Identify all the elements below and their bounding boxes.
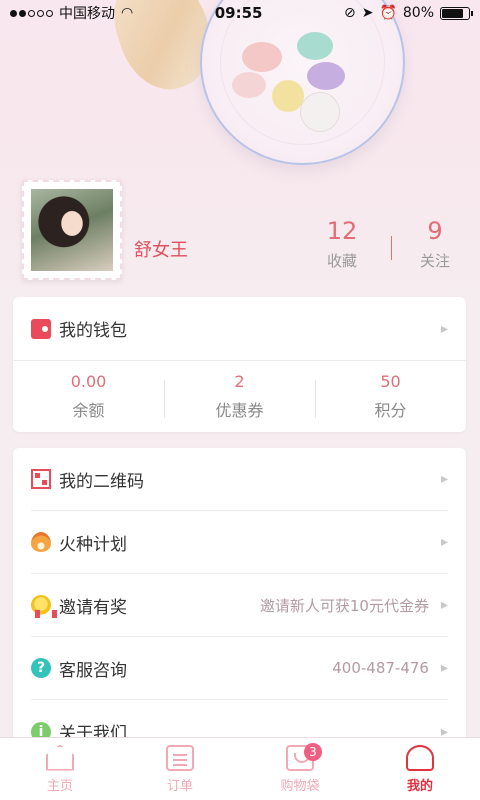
avatar[interactable] bbox=[22, 180, 122, 280]
service-phone: 400-487-476 bbox=[332, 659, 429, 677]
menu-item-label: 我的二维码 bbox=[59, 471, 144, 492]
home-icon bbox=[46, 744, 74, 771]
wallet-row[interactable]: 我的钱包 ▸ bbox=[13, 297, 466, 361]
user-name: 舒女王 bbox=[134, 240, 188, 261]
tab-label: 我的 bbox=[406, 778, 433, 794]
menu-item-qr-code[interactable]: 我的二维码 ▸ bbox=[31, 448, 448, 511]
wallet-icon bbox=[31, 318, 51, 339]
menu-item-label: 客服咨询 bbox=[59, 660, 127, 681]
favorites-stat[interactable]: 12 收藏 bbox=[307, 216, 377, 271]
tab-mine[interactable]: 我的 bbox=[360, 738, 480, 800]
fire-icon bbox=[31, 532, 51, 552]
chevron-right-icon: ▸ bbox=[440, 320, 448, 337]
bottom-tab-bar: 主页 订单 购物袋 我的 bbox=[0, 737, 480, 800]
user-icon bbox=[406, 744, 434, 771]
coupon-stat[interactable]: 2 优惠券 bbox=[164, 372, 315, 421]
help-icon: ? bbox=[31, 658, 51, 678]
wallet-card: 我的钱包 ▸ 0.00 余额 2 优惠券 50 积分 bbox=[13, 297, 466, 432]
carrier-label: 中国移动 bbox=[59, 6, 115, 22]
points-value: 50 bbox=[380, 371, 401, 391]
coupon-label: 优惠券 bbox=[215, 400, 264, 420]
following-count: 9 bbox=[427, 217, 443, 245]
balance-value: 0.00 bbox=[70, 371, 107, 391]
chevron-right-icon: ▸ bbox=[440, 534, 448, 550]
signal-icon bbox=[10, 9, 53, 17]
menu-item-spark-plan[interactable]: 火种计划 ▸ bbox=[31, 511, 448, 574]
points-label: 积分 bbox=[374, 400, 407, 420]
chevron-right-icon: ▸ bbox=[440, 597, 448, 613]
tab-home[interactable]: 主页 bbox=[0, 738, 120, 800]
menu-card: 我的二维码 ▸ 火种计划 ▸ 邀请有奖 邀请新人可获10元代金券 ▸ ? 客服咨… bbox=[13, 448, 466, 748]
wifi-icon: ◠ bbox=[121, 5, 134, 21]
invite-promo-text: 邀请新人可获10元代金券 bbox=[259, 596, 429, 615]
tab-orders[interactable]: 订单 bbox=[120, 738, 240, 800]
menu-item-invite[interactable]: 邀请有奖 邀请新人可获10元代金券 ▸ bbox=[31, 574, 448, 637]
tab-label: 购物袋 bbox=[280, 778, 320, 794]
bag-count-badge: 3 bbox=[304, 743, 322, 761]
battery-percent: 80% bbox=[402, 5, 434, 21]
wallet-title: 我的钱包 bbox=[59, 321, 127, 341]
avatar-image bbox=[31, 189, 113, 271]
chevron-right-icon: ▸ bbox=[440, 471, 448, 487]
tab-label: 主页 bbox=[46, 778, 73, 794]
chevron-right-icon: ▸ bbox=[440, 660, 448, 676]
medal-icon bbox=[31, 595, 57, 618]
following-label: 关注 bbox=[419, 252, 450, 270]
lock-rotation-icon: ⊘ bbox=[343, 5, 356, 21]
status-bar: 中国移动 ◠ 09:55 ⊘ ➤ ⏰ 80% bbox=[0, 0, 480, 26]
menu-item-label: 火种计划 bbox=[59, 534, 127, 555]
tab-label: 订单 bbox=[166, 778, 193, 794]
location-icon: ➤ bbox=[361, 5, 374, 21]
battery-icon bbox=[440, 6, 473, 20]
alarm-icon: ⏰ bbox=[379, 5, 397, 21]
favorites-count: 12 bbox=[326, 217, 358, 245]
menu-item-label: 邀请有奖 bbox=[59, 597, 127, 618]
stat-divider bbox=[391, 236, 392, 260]
tab-shopping-bag[interactable]: 购物袋 bbox=[240, 738, 360, 800]
coupon-value: 2 bbox=[234, 371, 245, 391]
qr-code-icon bbox=[31, 469, 51, 489]
status-time: 09:55 bbox=[214, 4, 263, 22]
order-icon bbox=[166, 744, 194, 771]
menu-item-customer-service[interactable]: ? 客服咨询 400-487-476 ▸ bbox=[31, 637, 448, 700]
balance-stat[interactable]: 0.00 余额 bbox=[13, 372, 164, 421]
following-stat[interactable]: 9 关注 bbox=[400, 216, 470, 271]
favorites-label: 收藏 bbox=[326, 252, 357, 270]
balance-label: 余额 bbox=[72, 400, 105, 420]
points-stat[interactable]: 50 积分 bbox=[315, 372, 466, 421]
